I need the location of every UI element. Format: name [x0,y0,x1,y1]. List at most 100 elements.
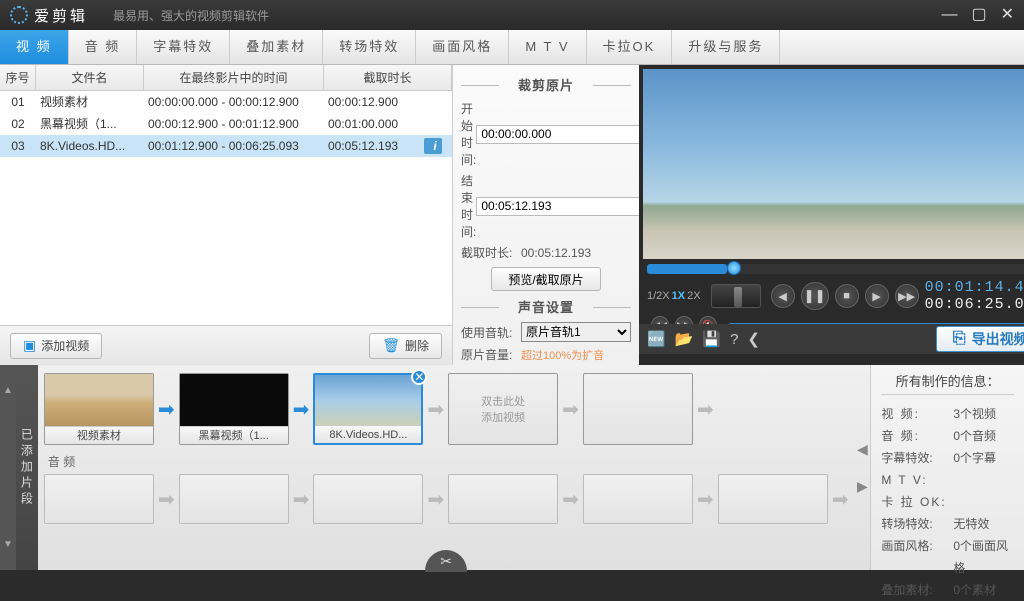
scissors-button[interactable]: ✂ [425,550,467,572]
tab-upgrade[interactable]: 升级与服务 [672,30,780,64]
jog-wheel[interactable] [711,284,761,308]
speed-half[interactable]: 1/2X [647,290,670,302]
progress-handle[interactable] [727,261,741,275]
trash-icon: 🗑 [382,337,400,354]
tab-transition[interactable]: 转场特效 [323,30,416,64]
new-icon[interactable]: 🆕 [647,330,666,348]
maximize-button[interactable]: ▢ [971,7,986,23]
info-value: 0个素材 [953,579,1014,601]
info-key: 转场特效: [881,513,953,535]
stop-button[interactable]: ■ [835,284,859,308]
arrow-icon: ➡ [562,397,579,422]
timeline-clip[interactable]: 视频素材 [44,373,154,445]
tab-mtv[interactable]: M T V [509,30,586,64]
app-logo: 爱剪辑 [10,5,88,26]
table-row[interactable]: 02 黑幕视频（1... 00:00:12.900 - 00:01:12.900… [0,113,452,135]
col-num: 序号 [0,65,36,90]
tab-subtitle[interactable]: 字幕特效 [137,30,230,64]
add-video-button[interactable]: ▣ 添加视频 [10,333,102,359]
info-key: 视 频: [881,403,953,425]
sound-title: 声音设置 [461,297,631,316]
export-video-button[interactable]: ⎘ 导出视频 [936,326,1024,352]
logo-icon [10,6,28,24]
tab-audio[interactable]: 音 频 [69,30,138,64]
video-preview[interactable] [643,69,1024,259]
timeline-label: 已添加片段 [16,365,38,570]
info-key: 字幕特效: [881,447,953,469]
app-name: 爱剪辑 [34,5,88,26]
progress-bar[interactable] [647,264,1024,274]
list-header: 序号 文件名 在最终影片中的时间 截取时长 [0,65,452,91]
trim-settings-panel: 裁剪原片 开始时间: 结束时间: 截取时长:00:05:12.193 预览/截取… [452,65,639,365]
start-time-input[interactable] [476,125,641,144]
prev-frame-button[interactable]: ◀ [771,284,795,308]
info-value [953,469,1014,491]
titlebar: 爱剪辑 最易用、强大的视频剪辑软件 — ▢ ✕ [0,0,1024,30]
info-panel: 所有制作的信息： 视 频:3个视频音 频:0个音频字幕特效:0个字幕M T V:… [870,365,1024,570]
preview-trim-button[interactable]: 预览/截取原片 [491,267,601,291]
audio-clip[interactable] [448,474,558,524]
next-frame-button[interactable]: ▶ [865,284,889,308]
save-icon[interactable]: 💾 [702,330,721,348]
audio-clip[interactable] [583,474,693,524]
arrow-icon: ➡ [293,397,310,422]
close-button[interactable]: ✕ [1001,7,1014,23]
speed-1x[interactable]: 1X [672,290,685,302]
audio-clip[interactable] [313,474,423,524]
nav-left[interactable]: ◀ [857,441,868,458]
arrow-icon: ➡ [158,397,175,422]
timeline-up[interactable]: ▲ [3,365,13,416]
duration-value: 00:05:12.193 [521,246,591,260]
info-title: 所有制作的信息： [881,371,1014,395]
info-key: 叠加素材: [881,579,953,601]
timeline-down[interactable]: ▼ [3,519,13,570]
total-time: 00:06:25.093 [925,296,1024,313]
col-name: 文件名 [36,65,144,90]
info-key: M T V: [881,469,953,491]
share-icon[interactable]: ❮ [747,330,760,348]
tab-karaoke[interactable]: 卡拉OK [587,30,673,64]
current-time: 00:01:14.480 [925,279,1024,296]
audio-track-select[interactable]: 原片音轨1 [521,322,631,342]
end-time-input[interactable] [476,197,641,216]
export-icon: ⎘ [953,330,966,348]
audio-clip[interactable] [718,474,828,524]
info-icon[interactable]: i [424,138,442,154]
remove-clip-button[interactable]: ✕ [411,369,427,385]
arrow-icon: ➡ [427,397,444,422]
tab-style[interactable]: 画面风格 [416,30,509,64]
help-icon[interactable]: ? [730,331,738,348]
minimize-button[interactable]: — [941,7,957,23]
tab-video[interactable]: 视 频 [0,30,69,64]
tab-overlay[interactable]: 叠加素材 [230,30,323,64]
clip-list-panel: 序号 文件名 在最终影片中的时间 截取时长 01 视频素材 00:00:00.0… [0,65,452,365]
timeline-clip[interactable]: 黑幕视频（1... [179,373,289,445]
info-value: 0个音频 [953,425,1014,447]
audio-clip[interactable] [44,474,154,524]
table-row[interactable]: 03 8K.Videos.HD... 00:01:12.900 - 00:06:… [0,135,452,157]
info-value: 无特效 [953,513,1014,535]
info-key: 音 频: [881,425,953,447]
open-icon[interactable]: 📂 [675,330,694,348]
add-clip-placeholder[interactable]: 双击此处添加视频 [448,373,558,445]
list-body: 01 视频素材 00:00:00.000 - 00:00:12.900 00:0… [0,91,452,325]
arrow-icon: ➡ [697,397,714,422]
slogan: 最易用、强大的视频剪辑软件 [113,7,269,24]
info-value [953,491,1014,513]
info-value: 3个视频 [953,403,1014,425]
main-tabs: 视 频 音 频 字幕特效 叠加素材 转场特效 画面风格 M T V 卡拉OK 升… [0,30,1024,65]
audio-clip[interactable] [179,474,289,524]
table-row[interactable]: 01 视频素材 00:00:00.000 - 00:00:12.900 00:0… [0,91,452,113]
delete-button[interactable]: 🗑 删除 [369,333,442,359]
info-value: 0个字幕 [953,447,1014,469]
info-key: 画面风格: [881,535,953,579]
add-video-icon: ▣ [23,337,36,354]
skip-fwd-button[interactable]: ▶▶ [895,284,919,308]
speed-2x[interactable]: 2X [687,290,700,302]
play-pause-button[interactable]: ❚❚ [801,282,829,310]
col-dur: 截取时长 [324,65,452,90]
timeline-clip[interactable]: ✕ 8K.Videos.HD... [313,373,423,445]
info-key: 卡 拉 OK: [881,491,953,513]
empty-clip[interactable] [583,373,693,445]
nav-right[interactable]: ▶ [857,478,868,495]
